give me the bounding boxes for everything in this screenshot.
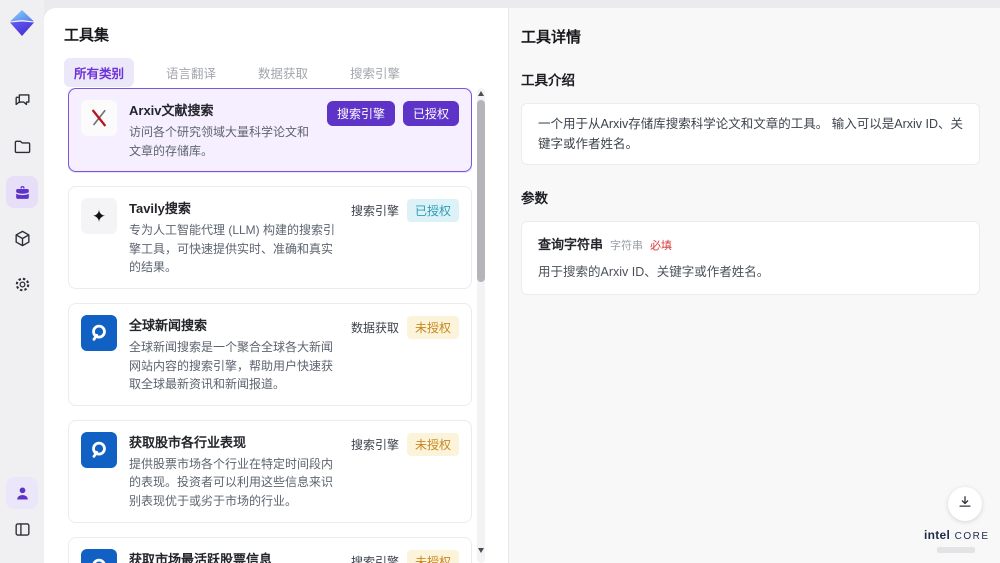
toolbox-icon bbox=[13, 183, 32, 202]
tool-badges: 搜索引擎 已授权 bbox=[326, 100, 459, 126]
brand-core-text: CORE bbox=[954, 531, 990, 542]
tool-text: Arxiv文献搜索 访问各个研究领域大量科学论文和文章的存储库。 bbox=[129, 100, 317, 160]
gear-icon bbox=[13, 275, 32, 294]
parameter-card: 查询字符串 字符串 必填 用于搜索的Arxiv ID、关键字或作者姓名。 bbox=[521, 221, 980, 295]
blue-q-logo-icon bbox=[81, 431, 117, 468]
tool-description: 提供股票市场各个行业在特定时间段内的表现。投资者可以利用这些信息来识别表现优于或… bbox=[129, 456, 334, 508]
auth-status-badge: 未授权 bbox=[406, 432, 459, 456]
intel-core-logo: intel CORE bbox=[924, 526, 988, 553]
split-panel-icon bbox=[13, 520, 32, 539]
intro-heading: 工具介绍 bbox=[521, 73, 575, 88]
sidebar-item-files[interactable] bbox=[6, 130, 38, 162]
tool-item-most-active-stocks[interactable]: 获取市场最活跃股票信息 提供当天交易量最高的股票列表，投资者可以利用这些信息来识… bbox=[68, 536, 472, 563]
auth-status-badge: 已授权 bbox=[402, 101, 459, 126]
tab-search-engine[interactable]: 搜索引擎 bbox=[340, 58, 410, 87]
download-button[interactable] bbox=[948, 487, 982, 521]
params-heading: 参数 bbox=[521, 191, 548, 206]
scrollbar-down-arrow[interactable] bbox=[478, 548, 484, 553]
download-icon bbox=[956, 493, 974, 516]
sidebar-item-collapse[interactable] bbox=[6, 513, 38, 545]
tool-badges: 搜索引擎 未授权 bbox=[351, 432, 459, 456]
tool-item-tavily[interactable]: ✦ Tavily搜索 专为人工智能代理 (LLM) 构建的搜索引擎工具，可快速提… bbox=[68, 186, 472, 289]
category-badge: 搜索引擎 bbox=[326, 101, 395, 126]
scrollbar-thumb[interactable] bbox=[477, 100, 485, 282]
category-label: 搜索引擎 bbox=[350, 554, 399, 563]
app-logo-icon bbox=[7, 8, 37, 38]
tool-name: 获取市场最活跃股票信息 bbox=[129, 551, 273, 563]
sparkle-logo-icon: ✦ bbox=[81, 198, 117, 235]
brand-subtext-bar bbox=[937, 547, 975, 553]
tab-all-categories[interactable]: 所有类别 bbox=[64, 58, 135, 87]
blue-q-logo-icon bbox=[81, 314, 117, 351]
tool-detail-panel: 工具详情 工具介绍 一个用于从Arxiv存储库搜索科学论文和文章的工具。 输入可… bbox=[508, 8, 1000, 563]
tool-text: 获取股市各行业表现 提供股票市场各个行业在特定时间段内的表现。投资者可以利用这些… bbox=[129, 432, 341, 511]
sidebar bbox=[0, 0, 44, 563]
category-label: 数据获取 bbox=[350, 320, 399, 335]
arxiv-logo-icon bbox=[81, 100, 117, 136]
tool-item-global-news[interactable]: 全球新闻搜索 全球新闻搜索是一个聚合全球各大新闻网站内容的搜索引擎，帮助用户快速… bbox=[68, 302, 472, 406]
sidebar-item-chat[interactable] bbox=[6, 84, 38, 116]
tool-badges: 搜索引擎 未授权 bbox=[351, 549, 459, 563]
cube-icon bbox=[13, 229, 32, 248]
tool-item-sector-performance[interactable]: 获取股市各行业表现 提供股票市场各个行业在特定时间段内的表现。投资者可以利用这些… bbox=[68, 419, 472, 523]
intro-card: 一个用于从Arxiv存储库搜索科学论文和文章的工具。 输入可以是Arxiv ID… bbox=[521, 103, 980, 165]
tool-name: 全球新闻搜索 bbox=[129, 317, 208, 333]
tool-description: 专为人工智能代理 (LLM) 构建的搜索引擎工具，可快速提供实时、准确和真实的结… bbox=[129, 223, 336, 275]
auth-status-badge: 未授权 bbox=[406, 549, 459, 563]
auth-status-badge: 未授权 bbox=[406, 315, 459, 339]
chat-icon bbox=[13, 91, 32, 110]
tool-description: 全球新闻搜索是一个聚合全球各大新闻网站内容的搜索引擎，帮助用户快速获取全球最新资… bbox=[129, 339, 334, 392]
tool-list-panel: 工具集 所有类别 语言翻译 数据获取 搜索引擎 Arxiv文献搜索 访问各个研究… bbox=[44, 8, 508, 563]
user-icon bbox=[13, 484, 32, 503]
tool-text: 全球新闻搜索 全球新闻搜索是一个聚合全球各大新闻网站内容的搜索引擎，帮助用户快速… bbox=[129, 315, 341, 394]
tool-text: 获取市场最活跃股票信息 提供当天交易量最高的股票列表，投资者可以利用这些信息来识… bbox=[129, 549, 341, 563]
parameter-description: 用于搜索的Arxiv ID、关键字或作者姓名。 bbox=[538, 265, 770, 279]
tab-data-fetch[interactable]: 数据获取 bbox=[248, 58, 318, 87]
tool-name: 获取股市各行业表现 bbox=[129, 434, 247, 450]
sidebar-item-models[interactable] bbox=[6, 222, 38, 254]
page-title: 工具集 bbox=[64, 27, 110, 44]
tool-description: 访问各个研究领域大量科学论文和文章的存储库。 bbox=[129, 125, 310, 158]
app-window: 工具集 所有类别 语言翻译 数据获取 搜索引擎 Arxiv文献搜索 访问各个研究… bbox=[0, 0, 1000, 563]
sidebar-item-tools[interactable] bbox=[6, 176, 38, 208]
sidebar-item-settings[interactable] bbox=[6, 268, 38, 300]
folder-icon bbox=[13, 137, 32, 156]
tool-item-arxiv[interactable]: Arxiv文献搜索 访问各个研究领域大量科学论文和文章的存储库。 搜索引擎 已授… bbox=[68, 88, 472, 173]
category-label: 搜索引擎 bbox=[350, 437, 399, 452]
parameter-required-flag: 必填 bbox=[650, 240, 673, 252]
detail-title: 工具详情 bbox=[521, 29, 582, 46]
tool-name: Tavily搜索 bbox=[129, 201, 191, 217]
parameter-type: 字符串 bbox=[610, 240, 644, 252]
tool-badges: 搜索引擎 已授权 bbox=[350, 198, 459, 223]
tool-name: Arxiv文献搜索 bbox=[129, 103, 214, 118]
tool-text: Tavily搜索 专为人工智能代理 (LLM) 构建的搜索引擎工具，可快速提供实… bbox=[129, 198, 341, 277]
auth-status-badge: 已授权 bbox=[406, 199, 459, 223]
parameter-name: 查询字符串 bbox=[538, 237, 604, 252]
scrollbar-up-arrow[interactable] bbox=[478, 91, 484, 96]
tool-list: Arxiv文献搜索 访问各个研究领域大量科学论文和文章的存储库。 搜索引擎 已授… bbox=[68, 88, 472, 563]
brand-intel-text: intel bbox=[924, 528, 951, 542]
category-tabs: 所有类别 语言翻译 数据获取 搜索引擎 bbox=[64, 58, 410, 87]
sidebar-item-profile[interactable] bbox=[6, 477, 38, 509]
category-label: 搜索引擎 bbox=[350, 204, 399, 219]
blue-q-logo-icon bbox=[81, 548, 117, 563]
main-content: 工具集 所有类别 语言翻译 数据获取 搜索引擎 Arxiv文献搜索 访问各个研究… bbox=[44, 8, 1000, 563]
tool-badges: 数据获取 未授权 bbox=[351, 315, 459, 339]
parameter-header: 查询字符串 字符串 必填 bbox=[538, 234, 963, 253]
tab-language-translation[interactable]: 语言翻译 bbox=[156, 58, 226, 87]
